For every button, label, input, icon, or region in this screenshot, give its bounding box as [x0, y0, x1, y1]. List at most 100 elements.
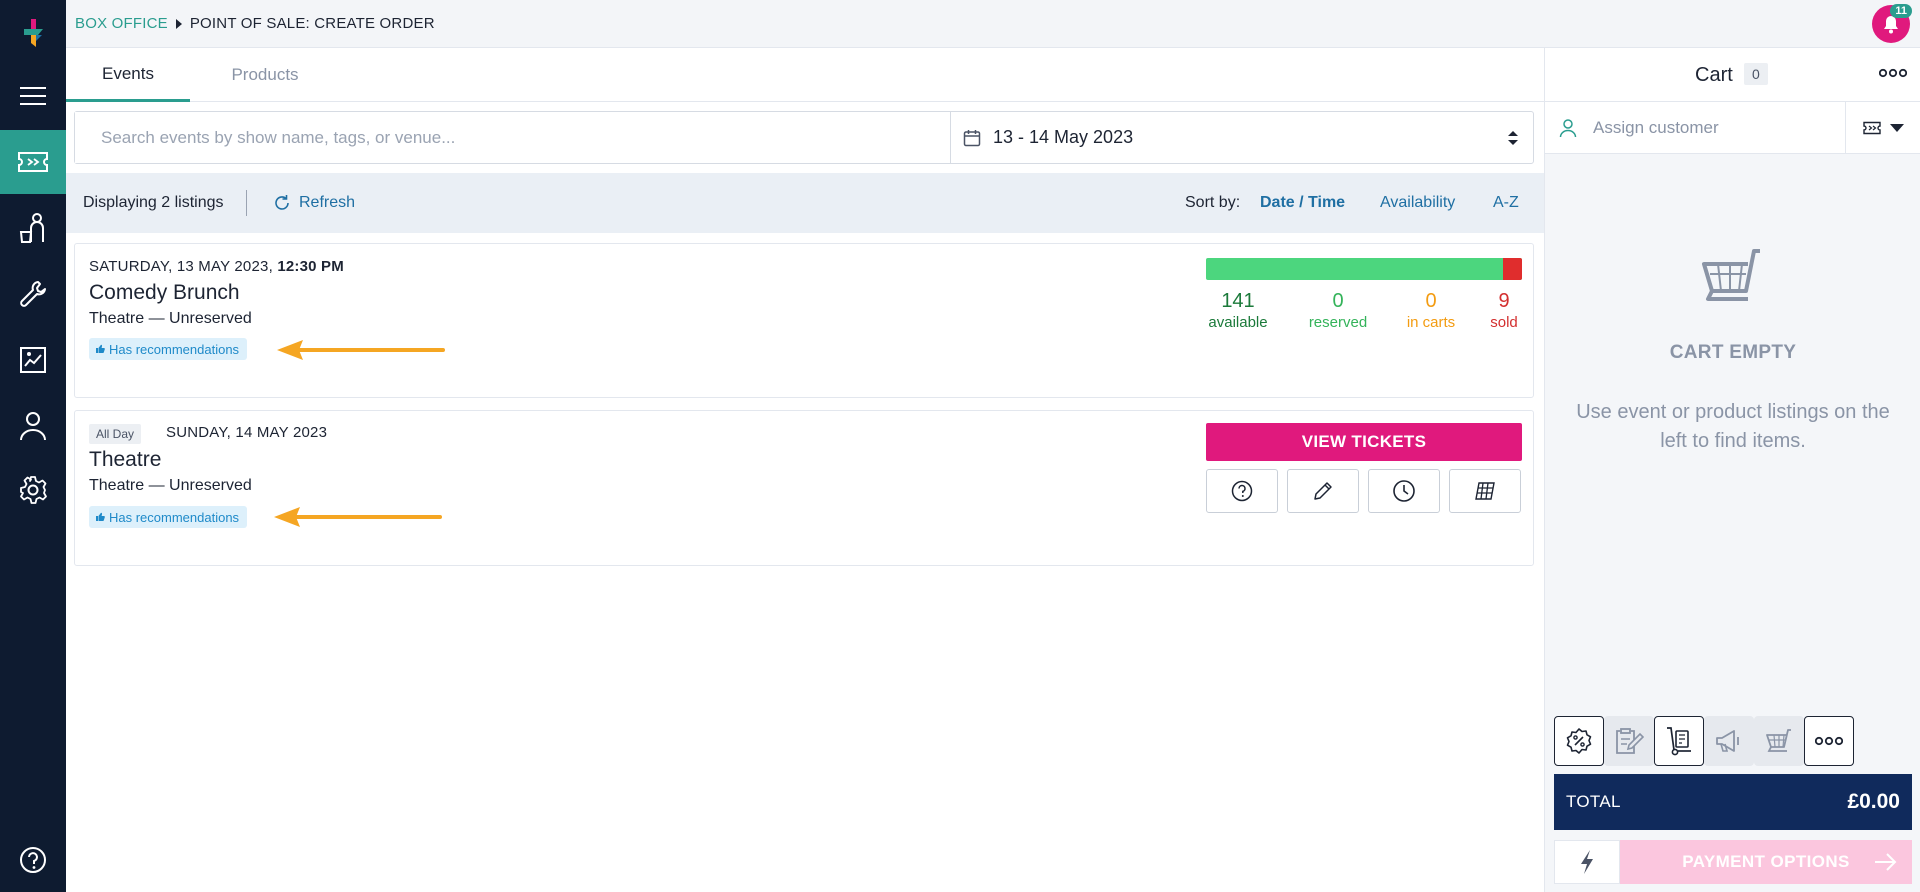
settings-gear-icon[interactable] [0, 458, 66, 522]
toolbar-divider [246, 190, 247, 216]
sort-availability[interactable]: Availability [1380, 194, 1455, 212]
event-date: SATURDAY, 13 MAY 2023, [89, 258, 273, 275]
quick-pay-button[interactable] [1554, 840, 1620, 884]
breadcrumb-box-office[interactable]: BOX OFFICE [75, 15, 168, 32]
lightning-bolt-icon [1581, 850, 1593, 874]
event-card-theatre[interactable]: All Day SUNDAY, 14 MAY 2023 Theatre Thea… [74, 410, 1534, 566]
payment-row: PAYMENT OPTIONS [1554, 840, 1912, 884]
ticket-icon [1862, 121, 1881, 135]
event-seating-chart-button[interactable] [1449, 469, 1521, 513]
clipboard-edit-icon [1616, 728, 1644, 754]
more-options-icon [1815, 736, 1843, 746]
cart-more-options-icon[interactable] [1879, 68, 1907, 78]
stat-available: 141 available [1206, 290, 1270, 331]
sort-by-label: Sort by: [1185, 194, 1241, 211]
recommendations-badge[interactable]: Has recommendations [89, 338, 248, 360]
notifications-button[interactable]: 11 [1872, 4, 1912, 43]
tab-bar: Events Products [66, 48, 1544, 102]
marketing-button[interactable] [1704, 716, 1754, 766]
event-schedule-button[interactable] [1368, 469, 1440, 513]
reports-icon[interactable] [0, 328, 66, 392]
refresh-label: Refresh [299, 194, 356, 211]
event-edit-button[interactable] [1287, 469, 1359, 513]
cart-title: Cart [1695, 64, 1733, 86]
sold-label: sold [1490, 314, 1518, 331]
breadcrumb-separator-icon [175, 18, 182, 29]
calendar-icon [963, 129, 981, 146]
discount-badge-icon [1566, 728, 1592, 754]
people-basket-icon[interactable] [0, 196, 66, 260]
event-help-button[interactable] [1206, 469, 1278, 513]
wrench-icon[interactable] [0, 262, 66, 326]
event-date: SUNDAY, 14 MAY 2023 [166, 424, 328, 441]
annotation-arrow-icon [274, 507, 442, 527]
pencil-icon [1314, 482, 1332, 500]
main-panel: Events Products 13 - 14 May 2023 Display… [66, 48, 1544, 892]
availability-bar [1206, 258, 1522, 280]
search-input[interactable] [75, 112, 951, 163]
sort-date-time[interactable]: Date / Time [1260, 194, 1345, 212]
assign-customer-input[interactable] [1593, 110, 1833, 146]
listing-toolbar: Displaying 2 listings Refresh Sort by: D… [66, 173, 1544, 233]
hand-truck-icon [1667, 727, 1691, 756]
annotation-arrow-icon [277, 340, 445, 360]
event-title: Theatre [89, 448, 162, 471]
thumbs-up-icon [96, 344, 105, 353]
cart-empty-message: Use event or product listings on the lef… [1576, 401, 1890, 452]
tab-products[interactable]: Products [190, 48, 340, 102]
stat-sold: 9 sold [1484, 290, 1524, 331]
megaphone-icon [1716, 730, 1739, 752]
available-label: available [1208, 314, 1268, 331]
delivery-method-button[interactable] [1654, 716, 1704, 766]
event-card-comedy-brunch[interactable]: SATURDAY, 13 MAY 2023, 12:30 PM Comedy B… [74, 243, 1534, 398]
search-row: 13 - 14 May 2023 [74, 111, 1534, 164]
thumbs-up-icon [96, 512, 105, 521]
tab-events[interactable]: Events [66, 48, 190, 102]
cart-actions-more-button[interactable] [1804, 716, 1854, 766]
clock-icon [1393, 480, 1415, 502]
date-range-value: 13 - 14 May 2023 [993, 127, 1134, 147]
sold-segment [1503, 258, 1522, 280]
total-label: TOTAL [1566, 792, 1621, 811]
ticket-type-dropdown[interactable] [1845, 102, 1920, 154]
event-time: 12:30 PM [277, 258, 344, 275]
question-circle-icon [1231, 480, 1253, 502]
date-range-picker[interactable]: 13 - 14 May 2023 [951, 112, 1533, 163]
empty-cart-icon [1702, 249, 1760, 301]
discount-button[interactable] [1554, 716, 1604, 766]
sold-count: 9 [1498, 290, 1510, 312]
stat-in-carts: 0 in carts [1396, 290, 1466, 331]
refresh-icon [275, 195, 289, 210]
user-icon[interactable] [0, 394, 66, 458]
sidebar [0, 0, 66, 892]
menu-icon[interactable] [0, 64, 66, 128]
in-carts-label: in carts [1406, 314, 1456, 331]
order-notes-button[interactable] [1604, 716, 1654, 766]
box-office-ticket-icon[interactable] [0, 130, 66, 194]
stat-reserved: 0 reserved [1303, 290, 1373, 331]
view-tickets-button[interactable]: VIEW TICKETS [1206, 423, 1522, 461]
payment-options-label: PAYMENT OPTIONS [1682, 852, 1850, 871]
reserved-count: 0 [1332, 290, 1344, 312]
help-icon[interactable] [0, 828, 66, 892]
app-logo[interactable] [0, 8, 66, 58]
arrow-right-icon [1875, 853, 1897, 871]
top-bar: BOX OFFICE POINT OF SALE: CREATE ORDER 1… [66, 0, 1920, 48]
recommendations-label: Has recommendations [109, 341, 240, 357]
breadcrumb: BOX OFFICE POINT OF SALE: CREATE ORDER [75, 15, 435, 32]
payment-options-button[interactable]: PAYMENT OPTIONS [1620, 840, 1912, 884]
all-day-badge: All Day [89, 424, 142, 444]
notification-count-badge: 11 [1890, 4, 1912, 18]
event-venue: Theatre — Unreserved [89, 477, 252, 494]
refresh-button[interactable]: Refresh [273, 194, 355, 212]
cart-header: Cart 0 [1545, 48, 1920, 102]
event-datetime: SATURDAY, 13 MAY 2023, 12:30 PM [89, 258, 344, 275]
cart-empty-title: CART EMPTY [1669, 342, 1797, 363]
sort-a-z[interactable]: A-Z [1493, 194, 1519, 212]
saved-carts-button[interactable] [1754, 716, 1804, 766]
assign-customer-row [1545, 102, 1920, 154]
cart-count-badge: 0 [1744, 63, 1768, 85]
recommendations-badge[interactable]: Has recommendations [89, 506, 248, 528]
seating-grid-icon [1475, 482, 1495, 500]
event-venue: Theatre — Unreserved [89, 310, 252, 327]
